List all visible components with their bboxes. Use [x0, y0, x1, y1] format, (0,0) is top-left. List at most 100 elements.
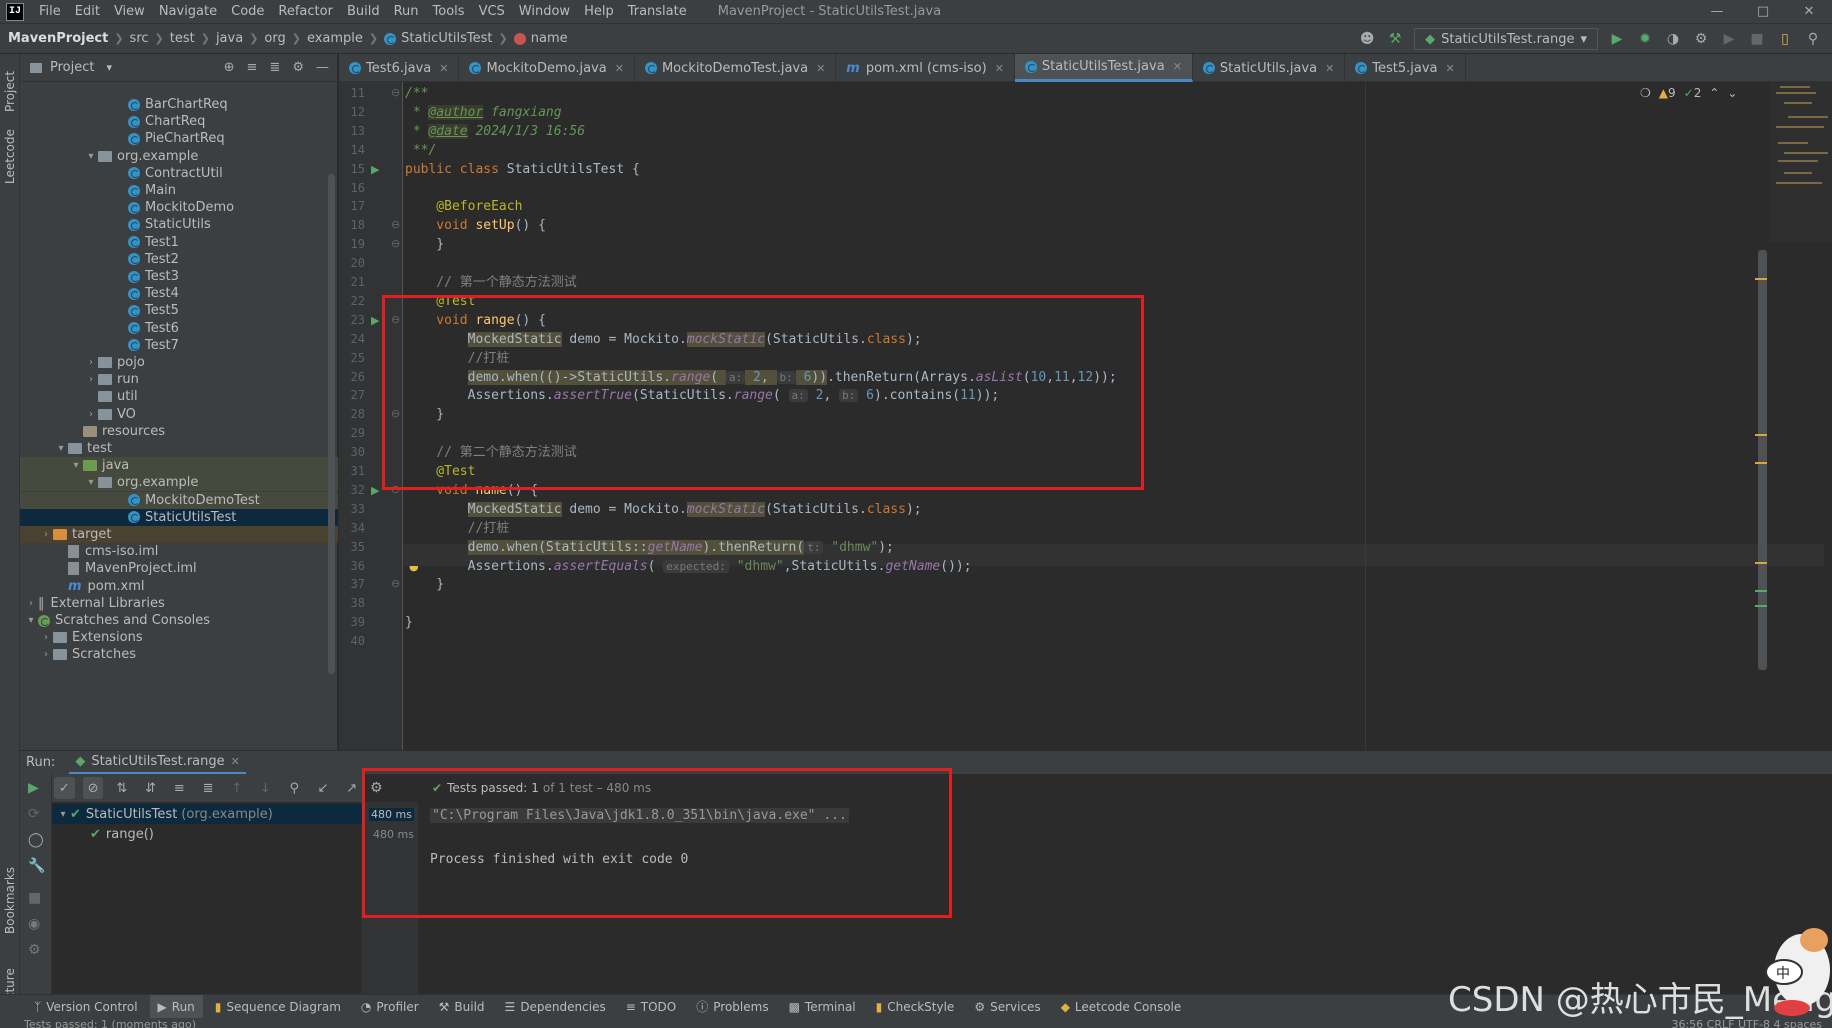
tool-sequence-diagram[interactable]: ▮ Sequence Diagram — [207, 995, 349, 1019]
editor-tab[interactable]: m pom.xml (cms-iso) ✕ — [836, 54, 1015, 82]
breadcrumb-src[interactable]: src — [130, 31, 149, 46]
tool-version-control[interactable]: ᛉ Version Control — [26, 995, 146, 1019]
change-stripe[interactable] — [1755, 590, 1767, 592]
breadcrumb-org[interactable]: org — [264, 31, 285, 46]
editor-tab[interactable]: StaticUtils.java ✕ — [1193, 54, 1346, 82]
tree-item[interactable]: Main — [20, 182, 338, 199]
breadcrumb-project[interactable]: MavenProject — [8, 31, 108, 46]
tool-services[interactable]: ⚙ Services — [966, 995, 1048, 1019]
close-tab-icon[interactable]: ✕ — [231, 755, 240, 768]
tool-leetcode-console[interactable]: ◆ Leetcode Console — [1053, 995, 1190, 1019]
tree-item[interactable]: › pojo — [20, 354, 338, 371]
locate-icon[interactable]: ⊕ — [224, 60, 235, 75]
tree-item[interactable]: › target — [20, 526, 338, 543]
code-line[interactable]: } — [405, 234, 444, 256]
menu-code[interactable]: Code — [224, 0, 271, 24]
editor-tab[interactable]: Test5.java ✕ — [1345, 54, 1466, 82]
chevron-right-icon[interactable]: › — [84, 409, 98, 420]
change-stripe[interactable] — [1755, 605, 1767, 607]
prev-test-icon[interactable]: ↑ — [226, 777, 247, 799]
export-icon[interactable]: ↗ — [341, 777, 362, 799]
fold-icon[interactable]: ⊖ — [391, 218, 400, 231]
settings-icon[interactable]: ⚙ — [28, 942, 41, 958]
tree-item[interactable]: MockitoDemoTest — [20, 491, 338, 509]
rerun-icon[interactable]: ▶ — [28, 780, 39, 796]
tree-item[interactable]: ▾ Scratches and Consoles — [20, 612, 338, 629]
tree-item[interactable]: ContractUtil — [20, 165, 338, 182]
chevron-down-icon[interactable]: ▾ — [69, 460, 83, 471]
menu-help[interactable]: Help — [577, 0, 621, 24]
editor-tab[interactable]: MockitoDemoTest.java ✕ — [635, 54, 837, 82]
tree-item[interactable]: ▾ org.example — [20, 148, 338, 165]
tool-terminal[interactable]: ▩ Terminal — [781, 995, 864, 1019]
leetcode-tool-tab[interactable]: Leetcode — [3, 129, 17, 184]
stop-icon[interactable]: ■ — [28, 890, 41, 906]
search-icon[interactable]: ⚲ — [284, 777, 305, 799]
tool-run[interactable]: ▶ Run — [149, 994, 203, 1019]
chevron-right-icon[interactable]: › — [39, 649, 53, 660]
tree-item[interactable]: ▾ java — [20, 457, 338, 475]
tree-item[interactable]: Test5 — [20, 302, 338, 319]
tree-item[interactable]: StaticUtils — [20, 216, 338, 233]
toggle-auto-test-icon[interactable]: ◯ — [28, 832, 44, 848]
warning-stripe[interactable] — [1755, 434, 1767, 436]
tool-profiler[interactable]: ◔ Profiler — [353, 995, 427, 1019]
bookmarks-tool-tab[interactable]: Bookmarks — [3, 867, 17, 934]
menu-build[interactable]: Build — [340, 0, 387, 24]
debug-icon[interactable]: ✹ — [1636, 31, 1654, 47]
show-ignored-icon[interactable]: ⊘ — [82, 777, 104, 799]
menu-edit[interactable]: Edit — [68, 0, 107, 24]
breadcrumb-example[interactable]: example — [307, 31, 363, 46]
run-test-icon[interactable]: ▶ — [371, 163, 379, 176]
inspection-widget[interactable]: ❍ ▲9 ✓2 ⌃ ⌄ — [1640, 86, 1737, 100]
tool-problems[interactable]: ⓘ Problems — [688, 995, 776, 1019]
menu-navigate[interactable]: Navigate — [152, 0, 224, 24]
close-tab-icon[interactable]: ✕ — [1325, 62, 1334, 75]
expand-all-icon[interactable]: ≡ — [247, 60, 258, 75]
project-scrollbar[interactable] — [328, 174, 335, 674]
sort-duration-icon[interactable]: ⇵ — [140, 777, 161, 799]
collapse-all-icon[interactable]: ≣ — [269, 60, 280, 75]
chevron-right-icon[interactable]: › — [39, 529, 53, 540]
build-hammer-icon[interactable]: ⚒ — [1386, 31, 1404, 47]
tree-item[interactable]: ▾ test — [20, 440, 338, 457]
profile-icon[interactable]: ⚙ — [1692, 31, 1710, 47]
camera-icon[interactable]: ◉ — [28, 916, 40, 932]
tree-item[interactable]: › VO — [20, 406, 338, 423]
tree-item[interactable]: Test7 — [20, 337, 338, 354]
tree-item[interactable]: BarChartReq — [20, 96, 338, 113]
fold-icon[interactable]: ⊖ — [391, 577, 400, 590]
close-tab-icon[interactable]: ✕ — [615, 62, 624, 75]
chevron-down-icon[interactable]: ▾ — [106, 61, 112, 74]
tool-todo[interactable]: ≡ TODO — [618, 995, 685, 1019]
breadcrumb-test[interactable]: test — [170, 31, 195, 46]
coverage-icon[interactable]: ◑ — [1664, 31, 1682, 47]
test-method-row[interactable]: ✔ range() — [52, 824, 362, 844]
run-test-icon[interactable]: ▶ — [371, 484, 379, 497]
tree-item[interactable]: ▾ org.example — [20, 474, 338, 492]
wrench-icon[interactable]: 🔧 — [28, 858, 45, 874]
next-test-icon[interactable]: ↓ — [255, 777, 276, 799]
maximize-icon[interactable]: □ — [1740, 0, 1786, 24]
chevron-down-icon[interactable]: ▾ — [84, 151, 98, 162]
menu-run[interactable]: Run — [387, 0, 426, 24]
test-class-row[interactable]: ▾ ✔ StaticUtilsTest (org.example) — [52, 804, 362, 824]
hide-icon[interactable]: — — [316, 60, 329, 75]
tool-build[interactable]: ⚒ Build — [431, 995, 493, 1019]
run-test-icon[interactable]: ▶ — [371, 314, 379, 327]
menu-view[interactable]: View — [107, 0, 152, 24]
close-tab-icon[interactable]: ✕ — [1446, 62, 1455, 75]
code-line[interactable]: } — [405, 612, 413, 634]
stop-icon[interactable]: ■ — [1748, 31, 1766, 47]
close-tab-icon[interactable]: ✕ — [816, 62, 825, 75]
run-icon[interactable]: ▶ — [1608, 31, 1626, 47]
close-tab-icon[interactable]: ✕ — [1173, 60, 1182, 73]
tree-item[interactable]: Test3 — [20, 268, 338, 285]
menu-refactor[interactable]: Refactor — [271, 0, 340, 24]
menu-file[interactable]: File — [32, 0, 68, 24]
project-view-select[interactable]: Project — [50, 60, 94, 75]
chevron-right-icon[interactable]: › — [39, 632, 53, 643]
show-passed-icon[interactable]: ✓ — [54, 777, 75, 799]
warning-stripe[interactable] — [1755, 278, 1767, 280]
editor-tab[interactable]: MockitoDemo.java ✕ — [459, 54, 635, 82]
